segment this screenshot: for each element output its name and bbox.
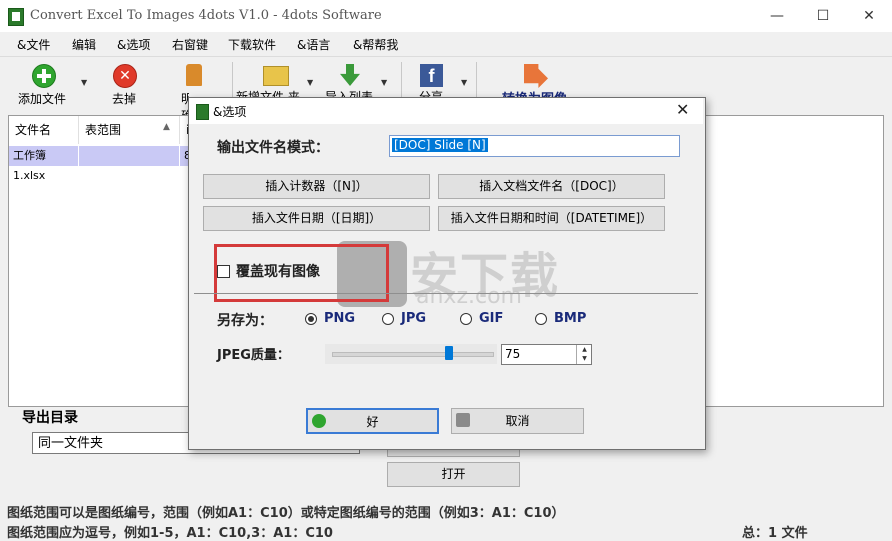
radio-gif[interactable]	[460, 313, 472, 325]
chevron-down-icon[interactable]: ▼	[461, 78, 467, 87]
close-button[interactable]: ✕	[846, 0, 892, 32]
chevron-down-icon[interactable]: ▼	[307, 78, 313, 87]
window-title: Convert Excel To Images 4dots V1.0 - 4do…	[30, 8, 382, 23]
dialog-title: &选项	[213, 105, 247, 119]
maximize-button[interactable]: ☐	[800, 0, 846, 32]
check-icon	[312, 414, 326, 428]
add-icon[interactable]	[32, 64, 56, 88]
exit-icon	[456, 413, 470, 427]
filename-pattern-value: [DOC] Slide [N]	[392, 138, 488, 152]
sort-up-icon: ▲	[163, 122, 170, 132]
menu-language[interactable]: &语言	[297, 36, 330, 53]
menu-download[interactable]: 下载软件	[228, 36, 276, 53]
filename-pattern-input[interactable]: [DOC] Slide [N]	[389, 135, 680, 157]
dialog-title-bar	[189, 98, 703, 124]
menu-help[interactable]: &帮帮我	[353, 36, 398, 53]
jpeg-quality-label: JPEG质量：	[217, 348, 290, 363]
filename-pattern-label: 输出文件名模式：	[217, 140, 329, 156]
radio-jpg-label[interactable]: JPG	[401, 311, 426, 326]
export-directory-label: 导出目录	[22, 410, 78, 426]
cell-range	[79, 146, 180, 166]
watermark-subtext: anxz.com	[416, 284, 522, 309]
insert-date-button[interactable]: 插入文件日期（[日期]）	[203, 206, 430, 231]
remove-icon[interactable]: ✕	[113, 64, 137, 88]
save-as-label: 另存为：	[217, 313, 273, 329]
facebook-icon[interactable]: f	[420, 64, 443, 87]
folder-add-icon[interactable]	[263, 66, 289, 86]
menu-right-click[interactable]: 右窗键	[172, 36, 208, 53]
radio-png-label[interactable]: PNG	[324, 311, 355, 326]
broom-icon[interactable]	[186, 64, 202, 86]
slider-thumb[interactable]	[444, 346, 453, 360]
menu-file[interactable]: &文件	[17, 36, 50, 53]
cancel-button[interactable]: 取消	[451, 408, 584, 434]
scrollbar[interactable]	[866, 420, 882, 500]
cancel-label: 取消	[505, 414, 530, 428]
total-files-status: 总：1 文件	[742, 526, 808, 541]
dialog-separator	[194, 293, 698, 294]
radio-bmp-label[interactable]: BMP	[554, 311, 586, 326]
slider-track	[332, 352, 494, 357]
menu-edit[interactable]: 编辑	[72, 36, 96, 53]
ok-button[interactable]: 好	[306, 408, 439, 434]
hint-text-1: 图纸范围可以是图纸编号，范围（例如A1：C10）或特定图纸编号的范围（例如3：A…	[7, 506, 565, 521]
open-button[interactable]: 打开	[387, 462, 520, 487]
dialog-close-button[interactable]: ✕	[676, 100, 689, 119]
insert-counter-button[interactable]: 插入计数器（[N]）	[203, 174, 430, 199]
ok-label: 好	[366, 415, 379, 429]
remove-button[interactable]: 去掉	[112, 90, 136, 107]
chevron-down-icon[interactable]: ▼	[81, 78, 87, 87]
spin-buttons[interactable]: ▲ ▼	[576, 345, 592, 364]
column-header-filename[interactable]: 文件名	[9, 116, 79, 144]
dialog-app-icon	[196, 104, 209, 120]
app-icon	[8, 8, 24, 26]
menu-options[interactable]: &选项	[117, 36, 150, 53]
radio-gif-label[interactable]: GIF	[479, 311, 503, 326]
radio-jpg[interactable]	[382, 313, 394, 325]
chevron-down-icon[interactable]: ▼	[381, 78, 387, 87]
add-file-button[interactable]: 添加文件	[18, 90, 66, 107]
radio-png[interactable]	[305, 313, 317, 325]
minimize-button[interactable]: —	[754, 0, 800, 32]
insert-datetime-button[interactable]: 插入文件日期和时间（[DATETIME]）	[438, 206, 665, 231]
hint-text-2: 图纸范围应为逗号，例如1-5，A1：C10,3：A1：C10	[7, 526, 333, 541]
radio-bmp[interactable]	[535, 313, 547, 325]
cell-filename: 工作簿1.xlsx	[9, 146, 79, 182]
insert-docname-button[interactable]: 插入文档文件名（[DOC]）	[438, 174, 665, 199]
